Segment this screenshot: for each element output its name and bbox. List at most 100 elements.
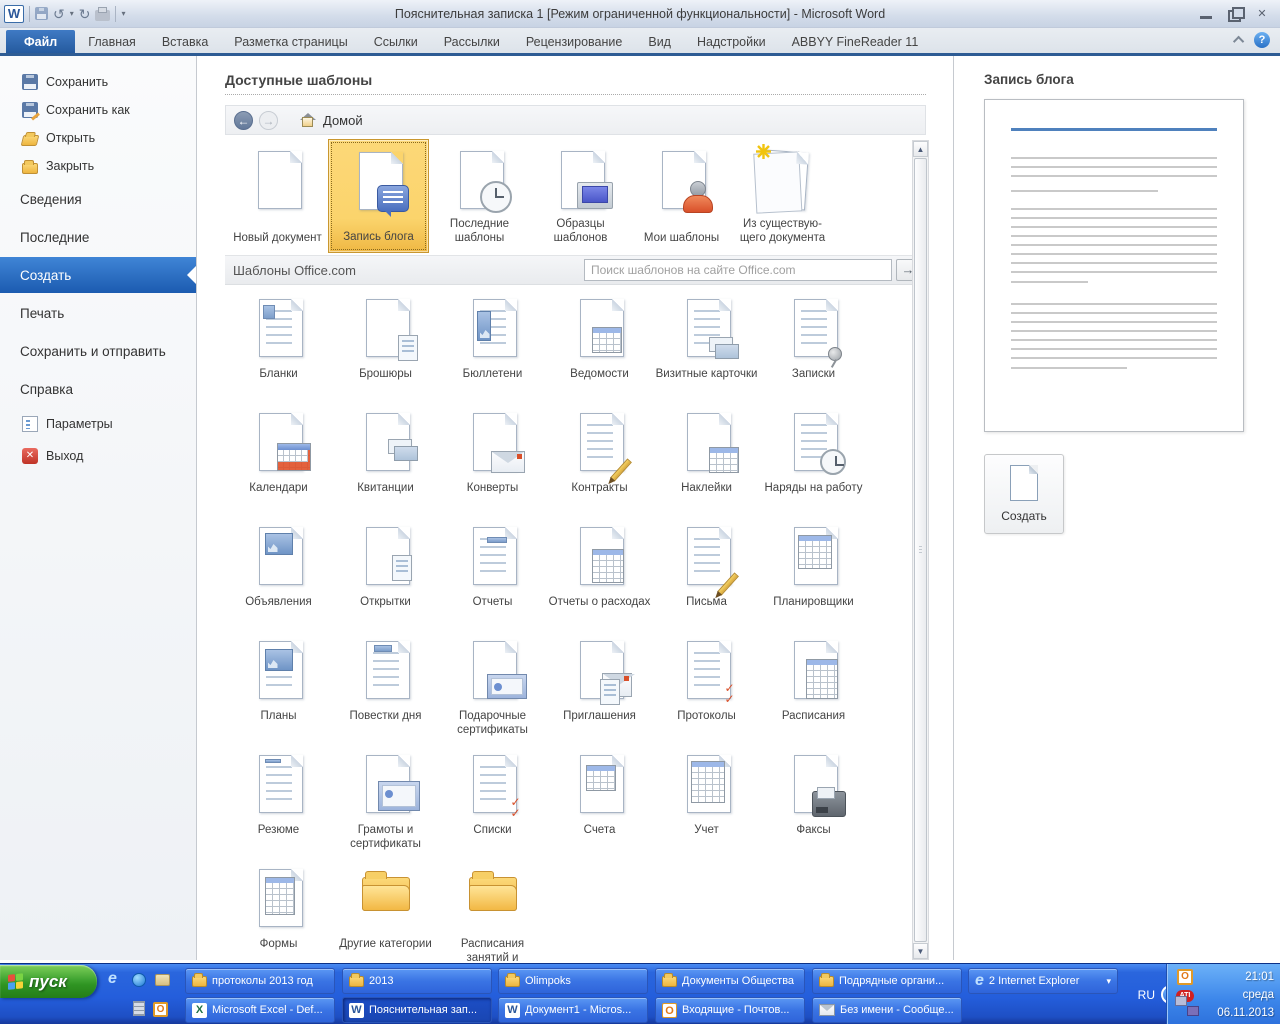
- undo-icon[interactable]: ↺: [53, 5, 65, 23]
- category-reports[interactable]: Отчеты: [439, 521, 546, 635]
- category-schedules[interactable]: Расписания: [760, 635, 867, 749]
- category-blanks[interactable]: Бланки: [225, 293, 332, 407]
- category-envelopes[interactable]: Конверты: [439, 407, 546, 521]
- category-statements[interactable]: Ведомости: [546, 293, 653, 407]
- tile-from-existing[interactable]: Из существую-щего документа: [732, 139, 833, 253]
- category-letters[interactable]: Письма: [653, 521, 760, 635]
- tab-file[interactable]: Файл: [6, 30, 75, 53]
- category-expense-reports[interactable]: Отчеты о расходах: [546, 521, 653, 635]
- tile-sample-templates[interactable]: Образцы шаблонов: [530, 139, 631, 253]
- outlook-quicklaunch-icon[interactable]: O: [153, 1002, 168, 1017]
- sidebar-item-save[interactable]: Сохранить: [0, 68, 196, 96]
- taskbar-button-excel[interactable]: X Microsoft Excel - Def...: [185, 997, 335, 1023]
- taskbar-button-contractors-folder[interactable]: Подрядные органи...: [812, 968, 962, 994]
- category-more-categories[interactable]: Другие категории: [332, 863, 439, 977]
- category-plans[interactable]: Планы: [225, 635, 332, 749]
- restore-button[interactable]: [1226, 7, 1242, 21]
- scroll-down-icon[interactable]: ▼: [913, 943, 928, 959]
- taskbar-button-new-message[interactable]: Без имени - Сообще...: [812, 997, 962, 1023]
- category-minutes[interactable]: ✓✓Протоколы: [653, 635, 760, 749]
- sidebar-item-save-as[interactable]: Сохранить как: [0, 96, 196, 124]
- tab-references[interactable]: Ссылки: [361, 30, 431, 53]
- tile-blog-post[interactable]: Запись блога: [328, 139, 429, 253]
- back-button[interactable]: ←: [234, 111, 253, 130]
- taskbar-button-outlook-inbox[interactable]: O Входящие - Почтов...: [655, 997, 805, 1023]
- tab-home[interactable]: Главная: [75, 30, 149, 53]
- taskbar-button-word-document1[interactable]: W Документ1 - Micros...: [498, 997, 648, 1023]
- breadcrumb-home[interactable]: Домой: [323, 113, 363, 128]
- tab-insert[interactable]: Вставка: [149, 30, 221, 53]
- category-labels[interactable]: Наклейки: [653, 407, 760, 521]
- sidebar-item-new[interactable]: Создать: [0, 257, 196, 293]
- close-button[interactable]: ✕: [1254, 7, 1270, 21]
- minimize-button[interactable]: [1198, 7, 1214, 21]
- category-memos[interactable]: Записки: [760, 293, 867, 407]
- taskbar-button-society-docs-folder[interactable]: Документы Общества: [655, 968, 805, 994]
- category-invoices[interactable]: Счета: [546, 749, 653, 863]
- tab-mailings[interactable]: Рассылки: [431, 30, 513, 53]
- save-icon[interactable]: [35, 7, 48, 20]
- category-postcards[interactable]: Открытки: [332, 521, 439, 635]
- sidebar-item-print[interactable]: Печать: [0, 294, 196, 332]
- category-announcements[interactable]: Объявления: [225, 521, 332, 635]
- word-app-icon[interactable]: W: [4, 5, 24, 23]
- tab-review[interactable]: Рецензирование: [513, 30, 636, 53]
- sidebar-item-recent[interactable]: Последние: [0, 218, 196, 256]
- files-quicklaunch-icon[interactable]: [155, 974, 170, 986]
- sidebar-item-exit[interactable]: ✕ Выход: [0, 440, 196, 472]
- category-class-schedules[interactable]: Расписания занятий и: [439, 863, 546, 977]
- vertical-scrollbar[interactable]: ▲ ▼: [912, 140, 929, 960]
- create-button[interactable]: Создать: [984, 454, 1064, 534]
- category-contracts[interactable]: Контракты: [546, 407, 653, 521]
- tile-new-document[interactable]: Новый документ: [227, 139, 328, 253]
- internet-explorer-quicklaunch-icon[interactable]: e: [108, 970, 117, 988]
- taskbar-button-protocols-2013-folder[interactable]: протоколы 2013 год: [185, 968, 335, 994]
- taskbar-button-internet-explorer-group[interactable]: e 2 Internet Explorer ▾: [968, 968, 1118, 994]
- category-forms[interactable]: Формы: [225, 863, 332, 977]
- sidebar-item-close[interactable]: Закрыть: [0, 152, 196, 180]
- customize-qat-icon[interactable]: ▾: [121, 9, 125, 18]
- desktop-quicklaunch-icon[interactable]: [132, 973, 146, 987]
- outlook-tray-icon[interactable]: O: [1177, 969, 1193, 985]
- category-newsletters[interactable]: Бюллетени: [439, 293, 546, 407]
- tab-view[interactable]: Вид: [635, 30, 684, 53]
- category-receipts[interactable]: Квитанции: [332, 407, 439, 521]
- redo-icon[interactable]: ↻: [79, 5, 91, 23]
- category-resumes[interactable]: Резюме: [225, 749, 332, 863]
- print-preview-icon[interactable]: [95, 10, 110, 21]
- category-accounting[interactable]: Учет: [653, 749, 760, 863]
- category-brochures[interactable]: Брошюры: [332, 293, 439, 407]
- scrollbar-thumb[interactable]: [914, 158, 927, 942]
- template-search-input[interactable]: [584, 259, 892, 281]
- taskbar-button-2013-folder[interactable]: 2013: [342, 968, 492, 994]
- category-calendars[interactable]: Календари: [225, 407, 332, 521]
- sidebar-item-options[interactable]: Параметры: [0, 408, 196, 440]
- clock[interactable]: 21:01 среда 06.11.2013: [1217, 968, 1274, 1022]
- category-faxes[interactable]: Факсы: [760, 749, 867, 863]
- category-agendas[interactable]: Повестки дня: [332, 635, 439, 749]
- taskbar-button-word-active[interactable]: W Пояснительная зап...: [342, 997, 492, 1023]
- language-indicator[interactable]: RU: [1138, 988, 1155, 1002]
- sidebar-item-info[interactable]: Сведения: [0, 180, 196, 218]
- calculator-quicklaunch-icon[interactable]: [133, 1001, 145, 1016]
- sidebar-item-open[interactable]: Открыть: [0, 124, 196, 152]
- tile-my-templates[interactable]: Мои шаблоны: [631, 139, 732, 253]
- tab-addins[interactable]: Надстройки: [684, 30, 779, 53]
- sidebar-item-save-send[interactable]: Сохранить и отправить: [0, 332, 196, 370]
- category-work-orders[interactable]: Наряды на работу: [760, 407, 867, 521]
- category-invitations[interactable]: Приглашения: [546, 635, 653, 749]
- category-diplomas[interactable]: Грамоты и сертификаты: [332, 749, 439, 863]
- tab-abbyy-finereader[interactable]: ABBYY FineReader 11: [779, 30, 932, 53]
- undo-dropdown-icon[interactable]: ▾: [70, 9, 74, 18]
- tab-page-layout[interactable]: Разметка страницы: [221, 30, 360, 53]
- category-business-cards[interactable]: Визитные карточки: [653, 293, 760, 407]
- start-button[interactable]: пуск: [0, 965, 97, 998]
- category-lists[interactable]: ✓✓Списки: [439, 749, 546, 863]
- category-gift-certificates[interactable]: Подарочные сертификаты: [439, 635, 546, 749]
- forward-button[interactable]: →: [259, 111, 278, 130]
- sidebar-item-help[interactable]: Справка: [0, 370, 196, 408]
- minimize-ribbon-icon[interactable]: [1233, 36, 1244, 47]
- taskbar-button-olimpoks-folder[interactable]: Olimpoks: [498, 968, 648, 994]
- help-icon[interactable]: ?: [1254, 32, 1270, 48]
- tile-recent-templates[interactable]: Последние шаблоны: [429, 139, 530, 253]
